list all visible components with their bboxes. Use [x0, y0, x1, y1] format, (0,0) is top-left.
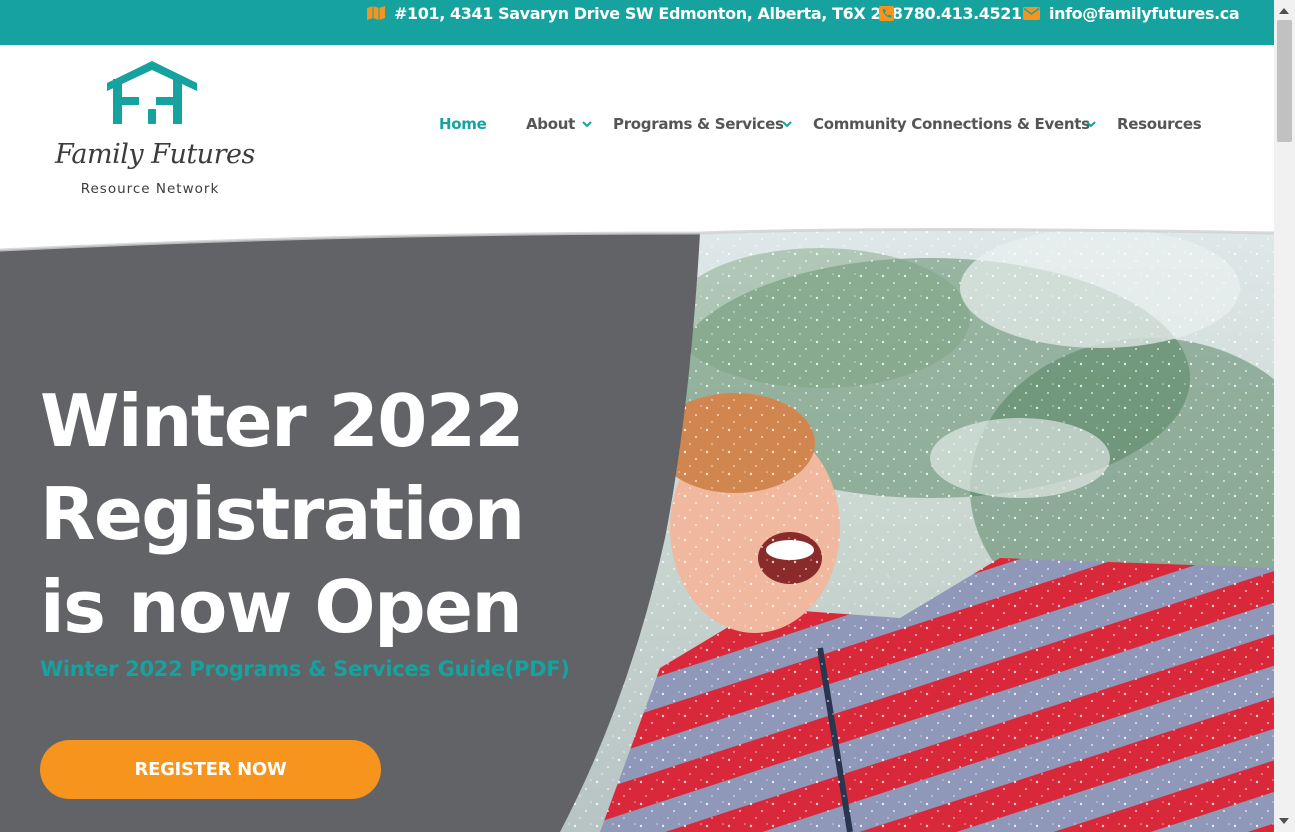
hero-title-line: Registration: [40, 472, 525, 556]
nav-item-resources[interactable]: Resources: [1117, 115, 1202, 133]
main-nav: Home About Programs & Services Community…: [0, 115, 1274, 135]
nav-item-home[interactable]: Home: [439, 115, 487, 133]
envelope-icon: [1023, 6, 1040, 20]
logo-name: Family Futures: [55, 139, 255, 170]
guide-pdf-link[interactable]: Winter 2022 Programs & Services Guide(PD…: [40, 657, 570, 681]
address-item[interactable]: #101, 4341 Savaryn Drive SW Edmonton, Al…: [367, 0, 903, 26]
email-text: info@familyfutures.ca: [1049, 3, 1240, 23]
email-item[interactable]: info@familyfutures.ca: [1023, 0, 1240, 26]
phone-icon: [879, 5, 894, 21]
chevron-down-icon[interactable]: [1084, 117, 1098, 131]
phone-item[interactable]: 780.413.4521: [879, 0, 1022, 26]
nav-item-programs[interactable]: Programs & Services: [613, 115, 784, 133]
logo-tagline: Resource Network: [80, 181, 220, 197]
map-icon: [367, 6, 385, 20]
page-scrollbar[interactable]: [1274, 0, 1295, 832]
register-now-button[interactable]: REGISTER NOW: [40, 740, 381, 799]
phone-text: 780.413.4521: [903, 3, 1022, 23]
scroll-up-arrow-icon[interactable]: [1279, 8, 1289, 14]
top-contact-bar: #101, 4341 Savaryn Drive SW Edmonton, Al…: [0, 0, 1274, 45]
address-text: #101, 4341 Savaryn Drive SW Edmonton, Al…: [394, 3, 903, 23]
hero-title-line: Winter 2022: [40, 379, 525, 463]
chevron-down-icon[interactable]: [580, 117, 594, 131]
scrollbar-thumb[interactable]: [1277, 20, 1292, 142]
scroll-down-arrow-icon[interactable]: [1279, 818, 1289, 824]
hero-title: Winter 2022 Registration is now Open: [40, 375, 660, 654]
chevron-down-icon[interactable]: [780, 117, 794, 131]
nav-item-about[interactable]: About: [526, 115, 575, 133]
site-header: Family Futures Resource Network Home Abo…: [0, 45, 1274, 235]
nav-item-community[interactable]: Community Connections & Events: [813, 115, 1090, 133]
hero-title-line: is now Open: [40, 565, 523, 649]
hero-banner: Winter 2022 Registration is now Open Win…: [0, 228, 1274, 832]
